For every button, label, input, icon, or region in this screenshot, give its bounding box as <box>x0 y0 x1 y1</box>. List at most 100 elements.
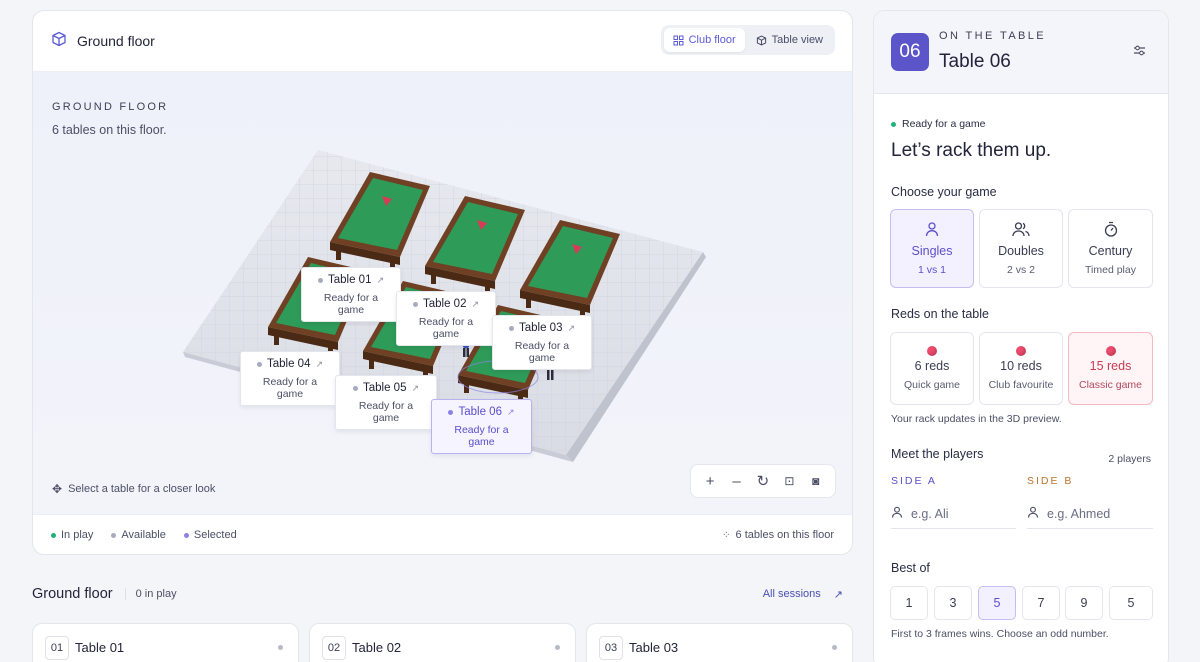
reds-option-6[interactable]: 6 reds Quick game <box>890 332 974 405</box>
reds-option-15[interactable]: 15 reds Classic game <box>1068 332 1153 405</box>
expand-icon[interactable]: ↗ <box>471 299 479 310</box>
status-dot <box>412 301 418 307</box>
session-card-02[interactable]: 02 Table 02 <box>309 623 576 662</box>
game-desc: 2 vs 2 <box>1006 264 1035 276</box>
table-label-03[interactable]: Table 03 ↗ Ready for a game <box>492 315 592 370</box>
reds-label: Reds on the table <box>891 307 989 321</box>
best-of-7[interactable]: 7 <box>1022 586 1060 620</box>
club-floor-tab[interactable]: Club floor <box>663 28 745 52</box>
stopwatch-icon <box>1069 221 1152 239</box>
table-label-status: Ready for a game <box>514 340 570 364</box>
sessions-count: 0 in play <box>124 588 177 600</box>
table-label-status: Ready for a game <box>418 316 474 340</box>
cube-icon <box>756 34 766 46</box>
players-count: 2 players <box>1108 453 1151 465</box>
status-dot <box>448 409 454 415</box>
all-sessions-label: All sessions <box>762 588 821 600</box>
game-desc: Timed play <box>1085 264 1136 276</box>
legend-selected: Selected <box>183 529 237 541</box>
table-view-tab[interactable]: Table view <box>747 28 832 52</box>
table-label-06[interactable]: Table 06 ↗ Ready for a game <box>431 399 532 454</box>
status-dot <box>278 645 283 650</box>
green-dot <box>891 121 896 127</box>
expand-icon[interactable]: ↗ <box>315 359 323 370</box>
game-name: Singles <box>911 244 953 258</box>
reds-note: Your rack updates in the 3D preview. <box>891 413 1062 425</box>
table-label-01[interactable]: Table 01 ↗ Ready for a game <box>301 267 401 322</box>
session-name: Table 01 <box>75 640 125 655</box>
game-option-singles[interactable]: Singles 1 vs 1 <box>890 209 974 288</box>
floor-header: Ground floor Club floor Table view <box>33 11 852 72</box>
panel-header: 06 ON THE TABLE Table 06 <box>874 11 1168 94</box>
club-floor-label: Club floor <box>688 34 736 46</box>
arrow-up-right-icon: ↗ <box>833 588 843 601</box>
session-number: 01 <box>45 636 69 660</box>
move-icon: ✥ <box>52 482 63 496</box>
sliders-icon[interactable] <box>1133 44 1146 60</box>
reds-desc: Quick game <box>903 379 961 391</box>
side-a-label: SIDE A <box>891 475 937 487</box>
view-toggle: Club floor Table view <box>660 25 835 55</box>
footer-count: ⁘ 6 tables on this floor <box>722 529 834 541</box>
table-label-04[interactable]: Table 04 ↗ Ready for a game <box>240 351 340 406</box>
zoom-in-icon[interactable]: + <box>700 473 720 490</box>
table-label-05[interactable]: Table 05 ↗ Ready for a game <box>335 375 437 430</box>
user-icon <box>891 506 903 521</box>
all-sessions-link[interactable]: All sessions ↗ <box>763 588 843 601</box>
best-of-5[interactable]: 5 <box>978 586 1016 620</box>
panel-title: Table 06 <box>939 51 1011 72</box>
expand-icon[interactable]: ↗ <box>411 383 419 394</box>
status-dot <box>555 645 560 650</box>
floor-card: Ground floor Club floor Table view GROUN… <box>32 10 853 555</box>
reds-desc: Club favourite <box>988 379 1054 391</box>
panel-eyebrow: ON THE TABLE <box>939 30 1047 42</box>
game-option-doubles[interactable]: Doubles 2 vs 2 <box>979 209 1063 288</box>
floor-footer: In play Available Selected ⁘ 6 tables on… <box>33 514 852 554</box>
select-hint: ✥ Select a table for a closer look <box>52 482 215 496</box>
green-dot <box>51 532 56 538</box>
status-dot <box>832 645 837 650</box>
table-label-name: Table 05 <box>362 382 407 394</box>
status-dot <box>508 325 514 331</box>
best-of-1[interactable]: 1 <box>890 586 928 620</box>
best-of-3[interactable]: 3 <box>934 586 972 620</box>
red-ball-icon <box>927 346 937 356</box>
best-of-label: Best of <box>891 561 930 575</box>
table-label-status: Ready for a game <box>358 400 414 424</box>
table-label-02[interactable]: Table 02 ↗ Ready for a game <box>396 291 496 346</box>
best-of-9[interactable]: 9 <box>1065 586 1103 620</box>
table-label-status: Ready for a game <box>454 424 509 448</box>
ready-status: Ready for a game <box>891 118 985 130</box>
red-ball-icon <box>1105 346 1116 356</box>
reset-icon[interactable]: ↻ <box>753 472 773 490</box>
legend-label: Available <box>121 529 166 541</box>
focus-icon[interactable]: ⊡ <box>779 474 799 488</box>
reds-name: 6 reds <box>914 359 950 373</box>
table-label-name: Table 02 <box>422 298 467 310</box>
session-name: Table 02 <box>352 640 402 655</box>
best-of-custom-input[interactable]: 5 <box>1109 586 1153 620</box>
side-a-placeholder: e.g. Ali <box>911 506 949 521</box>
game-option-century[interactable]: Century Timed play <box>1068 209 1153 288</box>
zoom-out-icon[interactable]: – <box>727 473 747 490</box>
red-ball-icon <box>1016 346 1026 356</box>
side-b-input[interactable]: e.g. Ahmed <box>1027 499 1153 529</box>
reds-option-10[interactable]: 10 reds Club favourite <box>979 332 1063 405</box>
panel-headline: Let’s rack them up. <box>891 140 1052 161</box>
expand-icon[interactable]: ↗ <box>567 323 575 334</box>
reds-name: 10 reds <box>1000 359 1042 373</box>
sessions-title: Ground floor <box>32 586 113 602</box>
reds-desc: Classic game <box>1078 379 1143 391</box>
reds-name: 15 reds <box>1089 359 1132 373</box>
expand-icon[interactable]: ↗ <box>376 275 384 286</box>
table-label-name: Table 04 <box>266 358 311 370</box>
session-card-01[interactable]: 01 Table 01 <box>32 623 299 662</box>
floor-stage: GROUND FLOOR 6 tables on this floor. Tab… <box>33 72 852 514</box>
side-a-input[interactable]: e.g. Ali <box>891 499 1016 529</box>
cube-icon <box>51 31 67 52</box>
session-card-03[interactable]: 03 Table 03 <box>586 623 853 662</box>
gray-dot <box>111 532 117 538</box>
sessions-header: Ground floor 0 in play All sessions ↗ <box>32 582 853 606</box>
expand-icon[interactable]: ↗ <box>507 407 515 418</box>
camera-icon[interactable]: ◙ <box>806 474 826 488</box>
